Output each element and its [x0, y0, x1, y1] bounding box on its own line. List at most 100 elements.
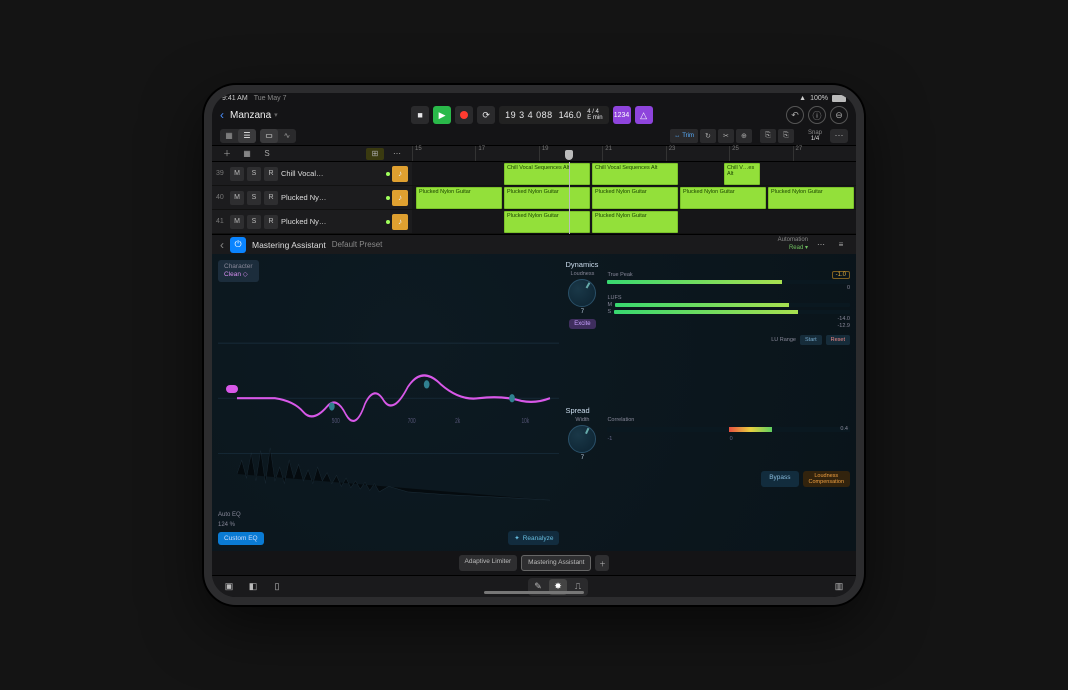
- keyboard-button[interactable]: ▥: [830, 579, 848, 595]
- mute-button[interactable]: M: [230, 191, 244, 205]
- global-solo-button[interactable]: S: [260, 148, 274, 160]
- ruler-mark: 15: [412, 146, 475, 161]
- lu-reset-button[interactable]: Reset: [826, 335, 850, 345]
- audio-clip[interactable]: Plucked Nylon Guitar: [592, 211, 678, 233]
- track-lane[interactable]: Plucked Nylon GuitarPlucked Nylon Guitar…: [412, 186, 856, 210]
- copy-tool-button[interactable]: ⎘: [778, 129, 794, 143]
- loudness-compensation-button[interactable]: Loudness Compensation: [803, 471, 850, 487]
- record-enable-button[interactable]: R: [264, 191, 278, 205]
- home-indicator[interactable]: [484, 591, 584, 594]
- add-plugin-button[interactable]: ＋: [595, 555, 609, 571]
- eq-graph[interactable]: 500 700 2k 10k: [218, 288, 559, 508]
- reanalyze-button[interactable]: ✦ Reanalyze: [508, 531, 559, 545]
- loudness-knob[interactable]: Loudness 7 Excite: [565, 271, 599, 345]
- track-lanes[interactable]: Chill Vocal Sequences AltChill Vocal Seq…: [412, 162, 856, 234]
- notes-button[interactable]: ▯: [268, 579, 286, 595]
- audio-clip[interactable]: Chill Vocal Sequences Alt: [592, 163, 678, 185]
- character-selector[interactable]: Character Clean ◇: [218, 260, 259, 282]
- loop-tool-button[interactable]: ↻: [700, 129, 716, 143]
- browser-button[interactable]: ▣: [220, 579, 238, 595]
- lcd-display[interactable]: 19 3 4 088 146.0 4 / 4 E min: [499, 106, 608, 124]
- record-enable-button[interactable]: R: [264, 215, 278, 229]
- snap-setting[interactable]: Snap 1/4: [808, 130, 822, 142]
- playhead[interactable]: [565, 150, 573, 160]
- track-header[interactable]: 39MSRChill Vocal…♪: [212, 162, 412, 186]
- loop-browser-button[interactable]: ⊞: [366, 148, 384, 160]
- track-header[interactable]: 40MSRPlucked Ny…♪: [212, 186, 412, 210]
- split-tool-button[interactable]: ✂: [718, 129, 734, 143]
- plugin-power-button[interactable]: ⏻: [230, 237, 246, 253]
- svg-text:2k: 2k: [455, 418, 460, 425]
- metronome-button[interactable]: △: [635, 106, 653, 124]
- tracks-button[interactable]: ▦: [240, 148, 254, 160]
- plugin-back-button[interactable]: ‹: [220, 238, 224, 252]
- display-segmented-control[interactable]: ▭ ∿: [260, 129, 296, 143]
- add-track-button[interactable]: ＋: [220, 148, 234, 160]
- play-button[interactable]: ▶: [433, 106, 451, 124]
- audio-clip[interactable]: Plucked Nylon Guitar: [768, 187, 854, 209]
- track-header[interactable]: 41MSRPlucked Ny…♪: [212, 210, 412, 234]
- mute-button[interactable]: M: [230, 215, 244, 229]
- lufs-m-value: -14.0: [837, 316, 850, 322]
- dropdown-icon: ▾: [274, 111, 278, 119]
- correlation-label: Correlation: [607, 417, 850, 423]
- audio-clip[interactable]: Chill V…es Alt: [724, 163, 760, 185]
- svg-text:700: 700: [408, 418, 416, 425]
- width-knob[interactable]: Width 7: [565, 417, 599, 461]
- solo-button[interactable]: S: [247, 167, 261, 181]
- auto-eq-label: Auto EQ: [218, 512, 264, 518]
- toolbar-more-button[interactable]: ⋯: [830, 129, 848, 143]
- cycle-button[interactable]: ⟳: [477, 106, 495, 124]
- view-segmented-control[interactable]: ▦ ☰: [220, 129, 256, 143]
- sampler-button[interactable]: ◧: [244, 579, 262, 595]
- count-in-button[interactable]: 1234: [613, 106, 631, 124]
- bypass-button[interactable]: Bypass: [761, 471, 798, 487]
- plugin-chip-mastering-assistant[interactable]: Mastering Assistant: [521, 555, 591, 571]
- undo-button[interactable]: ↶: [786, 106, 804, 124]
- track-instrument-icon[interactable]: ♪: [392, 190, 408, 206]
- audio-clip[interactable]: Plucked Nylon Guitar: [592, 187, 678, 209]
- list-view-button[interactable]: ☰: [238, 129, 256, 143]
- plugin-chip-adaptive-limiter[interactable]: Adaptive Limiter: [459, 555, 518, 571]
- solo-button[interactable]: S: [247, 215, 261, 229]
- mute-button[interactable]: M: [230, 167, 244, 181]
- lufs-s-meter: [614, 310, 850, 314]
- timeline-ruler[interactable]: 15171921232527: [412, 146, 856, 161]
- project-title-button[interactable]: Manzana ▾: [230, 110, 278, 121]
- eq-gain-slider[interactable]: [226, 385, 238, 393]
- track-lane[interactable]: Chill Vocal Sequences AltChill Vocal Seq…: [412, 162, 856, 186]
- track-number: 41: [216, 218, 228, 225]
- audio-clip[interactable]: Plucked Nylon Guitar: [416, 187, 502, 209]
- region-view-button[interactable]: ▭: [260, 129, 278, 143]
- record-enable-button[interactable]: R: [264, 167, 278, 181]
- plugin-more-button[interactable]: ⋯: [814, 239, 828, 251]
- back-button[interactable]: ‹: [220, 108, 224, 122]
- track-instrument-icon[interactable]: ♪: [392, 214, 408, 230]
- dynamics-title: Dynamics: [565, 260, 850, 269]
- audio-clip[interactable]: Plucked Nylon Guitar: [504, 211, 590, 233]
- excite-button[interactable]: Excite: [569, 319, 595, 329]
- plugin-preset[interactable]: Default Preset: [332, 240, 383, 249]
- trim-tool-button[interactable]: ↔Trim: [670, 129, 698, 143]
- track-number: 39: [216, 170, 228, 177]
- track-instrument-icon[interactable]: ♪: [392, 166, 408, 182]
- grid-view-button[interactable]: ▦: [220, 129, 238, 143]
- lu-start-button[interactable]: Start: [800, 335, 822, 345]
- solo-button[interactable]: S: [247, 191, 261, 205]
- move-tool-button[interactable]: ⎘: [760, 129, 776, 143]
- help-button[interactable]: ⓘ: [808, 106, 826, 124]
- automation-view-button[interactable]: ∿: [278, 129, 296, 143]
- audio-clip[interactable]: Chill Vocal Sequences Alt: [504, 163, 590, 185]
- join-tool-button[interactable]: ⊕: [736, 129, 752, 143]
- audio-clip[interactable]: Plucked Nylon Guitar: [680, 187, 766, 209]
- record-button[interactable]: [455, 106, 473, 124]
- stop-button[interactable]: ■: [411, 106, 429, 124]
- settings-button[interactable]: ⊖: [830, 106, 848, 124]
- true-peak-value[interactable]: -1.0: [832, 271, 850, 279]
- audio-clip[interactable]: Plucked Nylon Guitar: [504, 187, 590, 209]
- automation-mode-selector[interactable]: Automation Read ▾: [778, 237, 808, 251]
- track-lane[interactable]: Plucked Nylon GuitarPlucked Nylon Guitar: [412, 210, 856, 234]
- plugin-expand-button[interactable]: ≡: [834, 239, 848, 251]
- tracks-more-button[interactable]: ⋯: [390, 148, 404, 160]
- custom-eq-button[interactable]: Custom EQ: [218, 532, 264, 545]
